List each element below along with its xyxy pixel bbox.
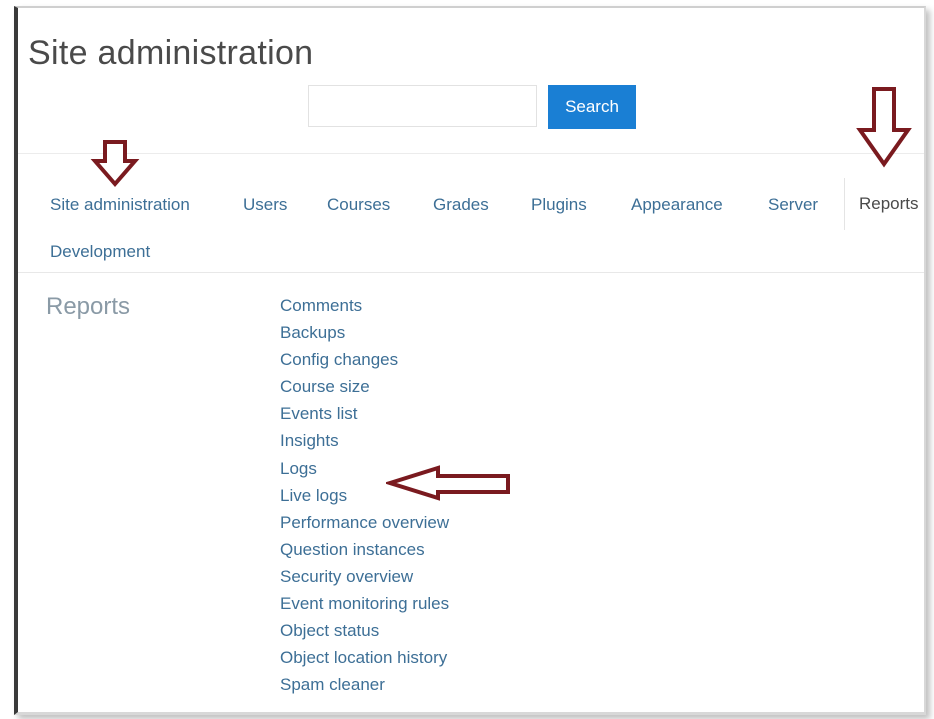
report-link-events-list[interactable]: Events list — [280, 400, 449, 427]
tab-courses[interactable]: Courses — [327, 195, 390, 215]
report-link-comments[interactable]: Comments — [280, 292, 449, 319]
tab-plugins[interactable]: Plugins — [531, 195, 587, 215]
page-title: Site administration — [28, 34, 314, 72]
search-button[interactable]: Search — [548, 85, 636, 129]
report-link-object-location-history[interactable]: Object location history — [280, 644, 449, 671]
report-link-insights[interactable]: Insights — [280, 427, 449, 454]
tab-development[interactable]: Development — [50, 242, 150, 262]
report-link-config-changes[interactable]: Config changes — [280, 346, 449, 373]
report-link-backups[interactable]: Backups — [280, 319, 449, 346]
tab-reports[interactable]: Reports — [844, 178, 924, 230]
report-link-course-size[interactable]: Course size — [280, 373, 449, 400]
browser-frame: Site administration Search Site administ… — [14, 6, 926, 715]
down-arrow-icon — [856, 87, 912, 168]
tab-site-administration[interactable]: Site administration — [50, 195, 190, 215]
left-arrow-icon — [386, 465, 510, 501]
search-input[interactable] — [308, 85, 537, 127]
admin-tabs: Site administration Users Courses Grades… — [18, 153, 924, 273]
section-heading: Reports — [46, 293, 131, 320]
report-link-object-status[interactable]: Object status — [280, 617, 449, 644]
report-link-question-instances[interactable]: Question instances — [280, 536, 449, 563]
report-link-event-monitoring-rules[interactable]: Event monitoring rules — [280, 590, 449, 617]
tab-appearance[interactable]: Appearance — [631, 195, 723, 215]
down-arrow-icon — [90, 140, 140, 188]
tab-grades[interactable]: Grades — [433, 195, 489, 215]
tab-server[interactable]: Server — [768, 195, 818, 215]
report-link-performance-overview[interactable]: Performance overview — [280, 509, 449, 536]
report-link-spam-cleaner[interactable]: Spam cleaner — [280, 671, 449, 698]
report-link-security-overview[interactable]: Security overview — [280, 563, 449, 590]
tab-users[interactable]: Users — [243, 195, 287, 215]
